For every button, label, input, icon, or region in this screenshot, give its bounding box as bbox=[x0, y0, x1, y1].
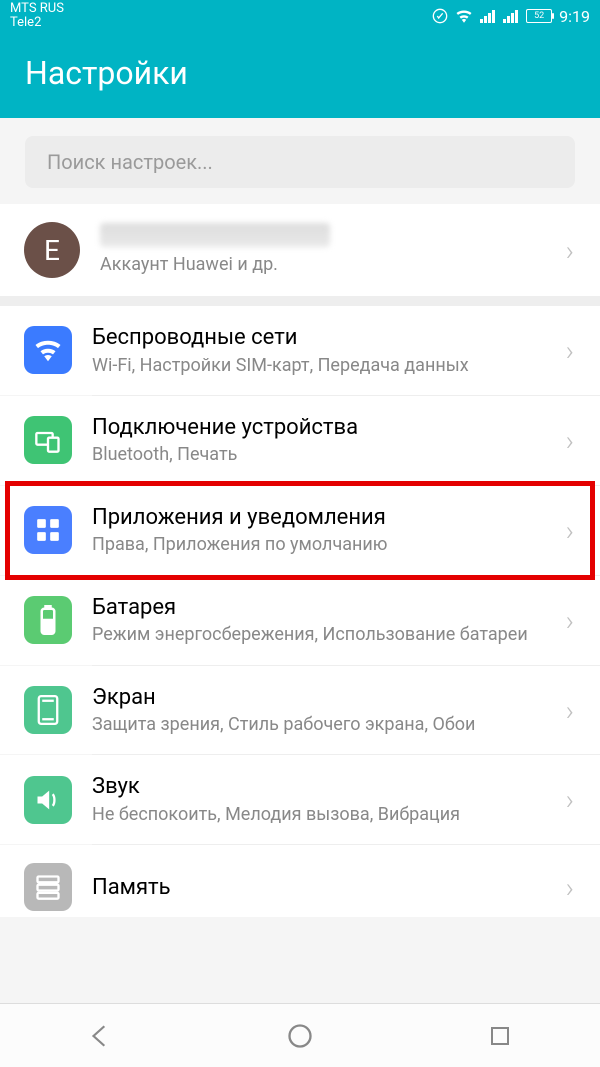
row-title: Подключение устройства bbox=[92, 414, 560, 442]
row-title: Экран bbox=[92, 684, 560, 712]
account-name bbox=[100, 223, 560, 251]
row-subtitle: Режим энергосбережения, Использование ба… bbox=[92, 623, 560, 646]
row-title: Память bbox=[92, 874, 560, 902]
row-title: Звук bbox=[92, 773, 560, 801]
clock: 9:19 bbox=[559, 7, 590, 26]
chevron-right-icon: › bbox=[560, 334, 580, 367]
account-subtitle: Аккаунт Huawei и др. bbox=[100, 253, 560, 276]
section-gap bbox=[0, 296, 600, 306]
row-subtitle: Защита зрения, Стиль рабочего экрана, Об… bbox=[92, 713, 560, 736]
carrier-1: MTS RUS bbox=[10, 2, 64, 16]
row-subtitle: Bluetooth, Печать bbox=[92, 443, 560, 466]
row-storage[interactable]: Память › bbox=[0, 845, 600, 917]
page-title: Настройки bbox=[0, 32, 600, 118]
apps-icon bbox=[24, 506, 72, 554]
signal-2-icon bbox=[503, 9, 519, 23]
chevron-right-icon: › bbox=[560, 424, 580, 457]
search-row: Поиск настроек... bbox=[0, 118, 600, 204]
row-sound[interactable]: Звук Не беспокоить, Мелодия вызова, Вибр… bbox=[0, 755, 600, 844]
chevron-right-icon: › bbox=[560, 871, 580, 904]
storage-icon bbox=[24, 863, 72, 911]
chevron-right-icon: › bbox=[560, 694, 580, 727]
nav-bar bbox=[0, 1003, 600, 1067]
sound-icon bbox=[24, 776, 72, 824]
row-wireless[interactable]: Беспроводные сети Wi-Fi, Настройки SIM-к… bbox=[0, 306, 600, 395]
search-input[interactable]: Поиск настроек... bbox=[25, 136, 575, 188]
row-title: Приложения и уведомления bbox=[92, 504, 560, 532]
chevron-right-icon: › bbox=[560, 783, 580, 816]
row-device-connection[interactable]: Подключение устройства Bluetooth, Печать… bbox=[0, 396, 600, 485]
carrier-block: MTS RUS Tele2 bbox=[10, 2, 64, 31]
nav-recent-button[interactable] bbox=[482, 1018, 518, 1054]
nav-back-button[interactable] bbox=[82, 1018, 118, 1054]
account-row[interactable]: E Аккаунт Huawei и др. › bbox=[0, 204, 600, 296]
row-battery[interactable]: Батарея Режим энергосбережения, Использо… bbox=[0, 576, 600, 665]
wifi-icon bbox=[455, 9, 473, 23]
row-display[interactable]: Экран Защита зрения, Стиль рабочего экра… bbox=[0, 666, 600, 755]
vowifi-icon bbox=[432, 8, 448, 24]
nav-home-button[interactable] bbox=[282, 1018, 318, 1054]
display-icon bbox=[24, 686, 72, 734]
chevron-right-icon: › bbox=[560, 514, 580, 547]
carrier-2: Tele2 bbox=[10, 16, 64, 30]
status-bar: MTS RUS Tele2 52 9:19 bbox=[0, 0, 600, 32]
battery-icon: 52 bbox=[526, 9, 552, 23]
row-apps-notifications[interactable]: Приложения и уведомления Права, Приложен… bbox=[0, 486, 600, 575]
search-placeholder: Поиск настроек... bbox=[47, 150, 213, 174]
row-subtitle: Права, Приложения по умолчанию bbox=[92, 533, 560, 556]
signal-1-icon bbox=[480, 9, 496, 23]
wifi-settings-icon bbox=[24, 326, 72, 374]
row-title: Батарея bbox=[92, 594, 560, 622]
avatar: E bbox=[24, 222, 80, 278]
battery-settings-icon bbox=[24, 596, 72, 644]
device-connection-icon bbox=[24, 416, 72, 464]
row-subtitle: Не беспокоить, Мелодия вызова, Вибрация bbox=[92, 803, 560, 826]
chevron-right-icon: › bbox=[560, 604, 580, 637]
row-subtitle: Wi-Fi, Настройки SIM-карт, Передача данн… bbox=[92, 354, 560, 377]
content: Поиск настроек... E Аккаунт Huawei и др.… bbox=[0, 118, 600, 917]
chevron-right-icon: › bbox=[560, 234, 580, 267]
status-icons: 52 9:19 bbox=[432, 7, 590, 26]
row-title: Беспроводные сети bbox=[92, 324, 560, 352]
